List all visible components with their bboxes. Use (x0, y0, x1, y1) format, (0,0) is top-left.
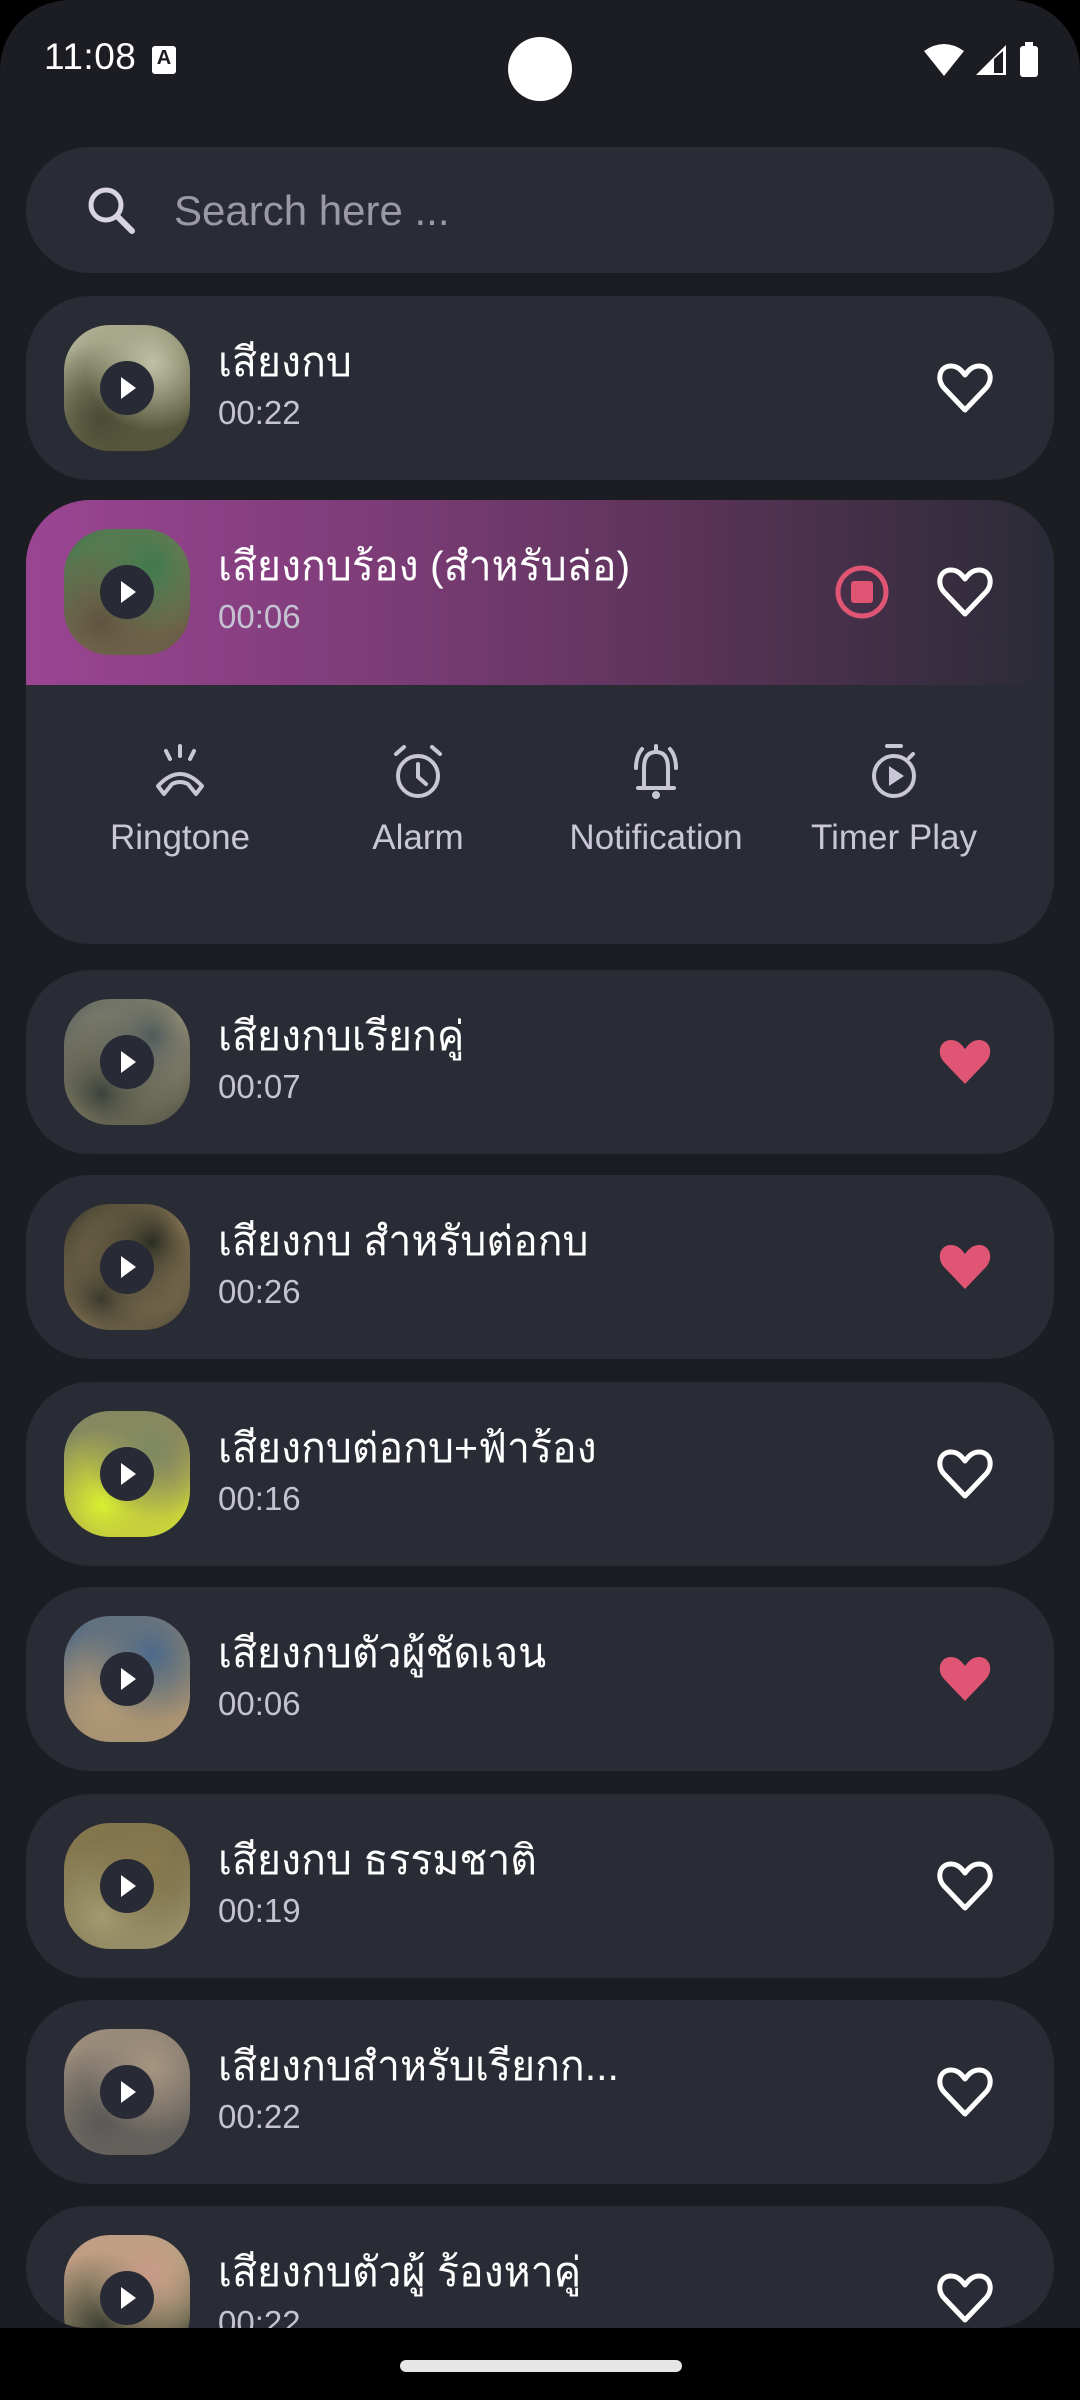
action-label: Alarm (372, 818, 464, 857)
sound-title: เสียงกบเรียกคู่ (218, 1013, 465, 1059)
alarm-icon (394, 745, 442, 798)
stop-icon[interactable] (834, 564, 890, 620)
status-time: 11:08 (44, 36, 137, 77)
battery-icon (1020, 42, 1038, 77)
sound-title: เสียงกบ (218, 339, 352, 385)
play-icon[interactable] (100, 1035, 154, 1089)
camera-cutout (508, 37, 572, 101)
sound-item[interactable]: เสียงกบ ธรรมชาติ 00:19 (26, 1794, 1054, 1978)
play-icon[interactable] (100, 2271, 154, 2325)
heart-filled-icon[interactable] (935, 1032, 995, 1092)
sound-item[interactable]: เสียงกบตัวผู้ชัดเจน 00:06 (26, 1587, 1054, 1771)
keyboard-indicator-icon: A (152, 46, 176, 74)
play-icon[interactable] (100, 565, 154, 619)
sound-thumbnail[interactable] (64, 1204, 190, 1330)
action-timer-play[interactable]: Timer Play (775, 685, 1013, 944)
heart-outline-icon[interactable] (935, 2062, 995, 2122)
heart-outline-icon[interactable] (935, 2268, 995, 2328)
notification-icon (634, 744, 678, 799)
action-label: Timer Play (811, 818, 977, 857)
screen: 11:08 A เสียงกบ 00:22 เสียงกบร้อง (สำหรับ… (0, 0, 1080, 2400)
play-icon[interactable] (100, 1652, 154, 1706)
wifi-icon (924, 44, 964, 76)
sound-item[interactable]: เสียงกบ สำหรับต่อกบ 00:26 (26, 1175, 1054, 1359)
sound-item[interactable]: เสียงกบต่อกบ+ฟ้าร้อง 00:16 (26, 1382, 1054, 1566)
sound-actions: Ringtone Alarm Notification Timer Play (26, 685, 1054, 944)
heart-outline-icon[interactable] (935, 562, 995, 622)
sound-title: เสียงกบสำหรับเรียกก... (218, 2043, 619, 2089)
sound-title: เสียงกบร้อง (สำหรับล่อ) (218, 543, 631, 589)
sound-item[interactable]: เสียงกบตัวผู้ ร้องหาคู่ 00:22 (26, 2206, 1054, 2328)
search-bar[interactable] (26, 147, 1054, 273)
heart-filled-icon[interactable] (935, 1237, 995, 1297)
sound-item-expanded[interactable]: เสียงกบร้อง (สำหรับล่อ) 00:06 Ringtone Al… (26, 500, 1054, 944)
action-ringtone[interactable]: Ringtone (61, 685, 299, 944)
sound-thumbnail[interactable] (64, 999, 190, 1125)
action-label: Notification (569, 818, 743, 857)
search-input[interactable] (172, 171, 996, 251)
sound-thumbnail[interactable] (64, 2029, 190, 2155)
action-label: Ringtone (109, 818, 251, 857)
status-bar: 11:08 A (0, 0, 1080, 130)
sound-thumbnail[interactable] (64, 1823, 190, 1949)
sound-title: เสียงกบต่อกบ+ฟ้าร้อง (218, 1425, 597, 1471)
sound-duration: 00:19 (218, 1892, 301, 1929)
ringtone-icon (156, 744, 204, 796)
sound-duration: 00:06 (218, 1685, 301, 1722)
play-icon[interactable] (100, 1447, 154, 1501)
timer-play-icon (872, 744, 916, 798)
sound-duration: 00:22 (218, 394, 301, 431)
sound-title: เสียงกบ สำหรับต่อกบ (218, 1218, 589, 1264)
sound-thumbnail[interactable] (64, 1411, 190, 1537)
play-icon[interactable] (100, 361, 154, 415)
status-icons (924, 42, 1040, 78)
sound-thumbnail[interactable] (64, 529, 190, 655)
sound-item[interactable]: เสียงกบเรียกคู่ 00:07 (26, 970, 1054, 1154)
sound-title: เสียงกบ ธรรมชาติ (218, 1837, 537, 1883)
play-icon[interactable] (100, 1240, 154, 1294)
sound-duration: 00:06 (218, 598, 301, 635)
sound-title: เสียงกบตัวผู้ชัดเจน (218, 1630, 547, 1676)
sound-duration: 00:22 (218, 2098, 301, 2135)
action-alarm[interactable]: Alarm (299, 685, 537, 944)
play-icon[interactable] (100, 1859, 154, 1913)
action-notification[interactable]: Notification (537, 685, 775, 944)
sound-title: เสียงกบตัวผู้ ร้องหาคู่ (218, 2249, 582, 2295)
sound-duration: 00:07 (218, 1068, 301, 1105)
search-icon[interactable] (84, 183, 138, 237)
heart-outline-icon[interactable] (935, 358, 995, 418)
sound-duration: 00:22 (218, 2304, 301, 2328)
sound-thumbnail[interactable] (64, 325, 190, 451)
sound-duration: 00:16 (218, 1480, 301, 1517)
sound-thumbnail[interactable] (64, 2235, 190, 2328)
sound-item[interactable]: เสียงกบ 00:22 (26, 296, 1054, 480)
heart-outline-icon[interactable] (935, 1444, 995, 1504)
sound-item[interactable]: เสียงกบสำหรับเรียกก... 00:22 (26, 2000, 1054, 2184)
home-indicator[interactable] (400, 2360, 682, 2372)
sound-thumbnail[interactable] (64, 1616, 190, 1742)
play-icon[interactable] (100, 2065, 154, 2119)
heart-filled-icon[interactable] (935, 1649, 995, 1709)
sound-duration: 00:26 (218, 1273, 301, 1310)
signal-icon (976, 45, 1006, 75)
heart-outline-icon[interactable] (935, 1856, 995, 1916)
